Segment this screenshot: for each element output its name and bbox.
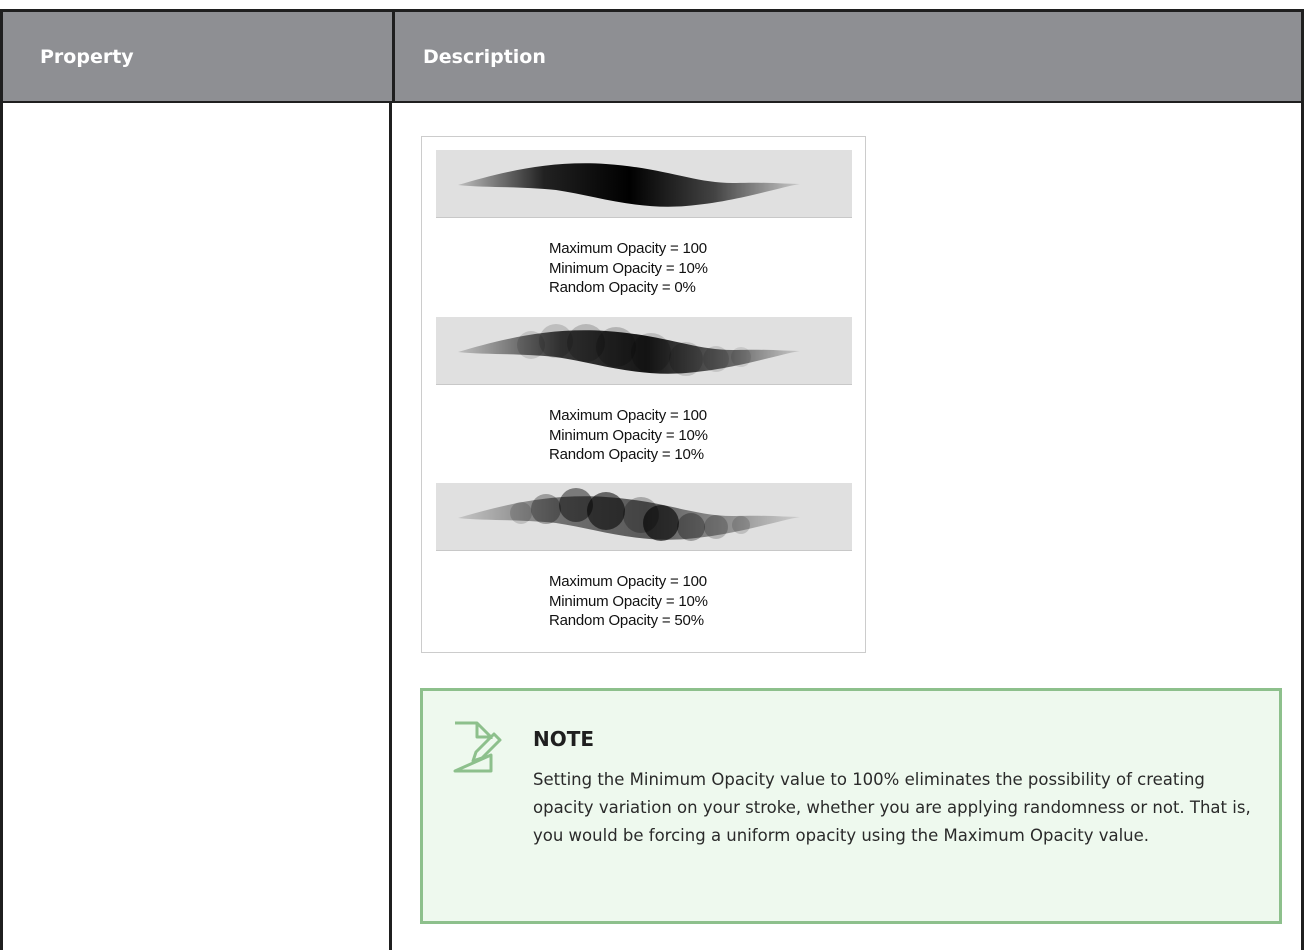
caption-max-line: Maximum Opacity = 100 xyxy=(549,240,707,257)
dabbed-stroke-image xyxy=(458,488,800,541)
caption-random-line: Random Opacity = 50% xyxy=(549,612,704,629)
note-title: NOTE xyxy=(533,727,595,751)
note-edit-icon xyxy=(453,721,502,773)
header-column-divider xyxy=(392,12,395,101)
table-left-border xyxy=(0,103,3,950)
smooth-stroke-image xyxy=(458,163,800,207)
table-column-divider xyxy=(389,103,392,950)
caption-random-line: Random Opacity = 10% xyxy=(549,446,704,463)
top-margin xyxy=(0,0,1304,9)
caption-random-50: Maximum Opacity = 100 Minimum Opacity = … xyxy=(549,572,809,631)
caption-min-line: Minimum Opacity = 10% xyxy=(549,592,708,610)
property-column-header: Property xyxy=(40,46,134,68)
caption-random-line: Random Opacity = 0% xyxy=(549,279,696,296)
note-body: Setting the Minimum Opacity value to 100… xyxy=(533,770,1251,845)
caption-min-line: Minimum Opacity = 10% xyxy=(549,426,708,444)
opacity-example-figure: Maximum Opacity = 100 Minimum Opacity = … xyxy=(421,136,866,653)
caption-random-0: Maximum Opacity = 100 Minimum Opacity = … xyxy=(549,239,809,298)
table-header-row: Property Description xyxy=(0,9,1304,103)
caption-max-line: Maximum Opacity = 100 xyxy=(549,573,707,590)
caption-random-10: Maximum Opacity = 100 Minimum Opacity = … xyxy=(549,406,809,465)
stroke-preview-random-0 xyxy=(436,150,852,218)
description-column-header: Description xyxy=(423,46,546,68)
caption-max-line: Maximum Opacity = 100 xyxy=(549,407,707,424)
stroke-preview-random-10 xyxy=(436,317,852,385)
dabbed-stroke-image xyxy=(458,324,800,376)
stroke-preview-random-50 xyxy=(436,483,852,551)
note-callout: NOTE Setting the Minimum Opacity value t… xyxy=(420,688,1282,924)
caption-min-line: Minimum Opacity = 10% xyxy=(549,259,708,277)
